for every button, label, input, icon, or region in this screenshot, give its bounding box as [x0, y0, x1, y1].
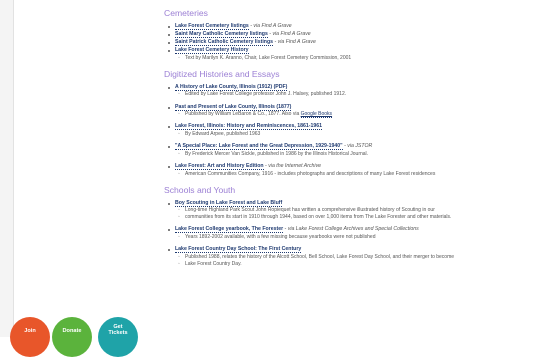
description-line: Published by William LeBaron & Co., 1877… [178, 111, 553, 119]
donate-button[interactable]: Donate [52, 317, 92, 357]
description-line: Text by Marilyn K. Aranno, Chair, Lake F… [178, 54, 553, 62]
resource-link[interactable]: Saint Mary Catholic Cemetery listings [175, 31, 268, 39]
description-line: By Edward Arpee, published 1963 [178, 131, 553, 138]
description-list: By Frederick Mercer Van Sickle, publishe… [175, 151, 553, 158]
button-label: Tickets [108, 330, 128, 336]
section-cemeteries: Cemeteries Lake Forest Cemetery listings … [164, 8, 553, 62]
description-line: Published 1988, relates the history of t… [178, 253, 553, 261]
description-text: Long-time Highland Park Scout John Ropie… [185, 207, 435, 214]
list-item: Lake Forest College yearbook, The Forest… [168, 226, 553, 241]
list-item: A History of Lake County, Illinois (1912… [168, 83, 553, 98]
list-item: Lake Forest Country Day School: The Firs… [168, 246, 553, 268]
description-line: Long-time Highland Park Scout John Ropie… [178, 207, 553, 214]
resource-link[interactable]: Lake Forest Cemetery History [175, 47, 249, 55]
button-label: Donate [62, 328, 82, 334]
resource-link[interactable]: Lake Forest, Illinois: History and Remin… [175, 123, 323, 131]
get-tickets-button[interactable]: Get Tickets [98, 317, 138, 357]
description-list: Edited by Lake Forest College professor … [175, 91, 553, 98]
description-list: Text by Marilyn K. Aranno, Chair, Lake F… [175, 55, 553, 62]
resource-link[interactable]: "A Special Place: Lake Forest and the Gr… [175, 143, 343, 151]
description-text: American Communities Company, 1916 - inc… [185, 170, 436, 177]
list-item: Past and Present of Lake County, Illinoi… [168, 103, 553, 119]
description-text: Text by Marilyn K. Aranno, Chair, Lake F… [185, 54, 352, 61]
resource-list: Lake Forest Cemetery listings - via Find… [164, 23, 553, 62]
resource-link[interactable]: Lake Forest Country Day School: The Firs… [175, 246, 302, 254]
description-list: Published 1988, relates the history of t… [175, 254, 553, 268]
description-list: Long-time Highland Park Scout John Ropie… [175, 207, 553, 221]
description-list: American Communities Company, 1916 - inc… [175, 171, 553, 178]
description-line: Years 1892-2002 available, with a few mi… [178, 233, 553, 241]
description-text: Published by William LeBaron & Co., 1877… [185, 111, 301, 118]
list-item: Lake Forest Cemetery HistoryText by Mari… [168, 47, 553, 62]
source-note: - via the Internet Archive [263, 163, 322, 170]
resource-link[interactable]: Saint Patrick Catholic Cemetery listings [175, 39, 274, 47]
resource-link[interactable]: Lake Forest Cemetery listings [175, 23, 249, 30]
resource-link[interactable]: Boy Scouting in Lake Forest and Lake Blu… [175, 199, 283, 207]
description-text: Years 1892-2002 available, with a few mi… [185, 233, 376, 240]
description-line: Edited by Lake Forest College professor … [178, 91, 553, 98]
description-line: American Communities Company, 1916 - inc… [178, 170, 553, 178]
description-text: Edited by Lake Forest College professor … [185, 91, 347, 98]
left-sidebar-strip [0, 0, 14, 337]
source-note: - via Lake Forest College Archives and S… [283, 226, 419, 233]
description-text: Published 1988, relates the history of t… [185, 253, 455, 260]
list-item: Boy Scouting in Lake Forest and Lake Blu… [168, 199, 553, 221]
description-list: Published by William LeBaron & Co., 1877… [175, 111, 553, 119]
description-text: Lake Forest Country Day. [185, 260, 242, 267]
resource-link[interactable]: Past and Present of Lake County, Illinoi… [175, 103, 292, 111]
description-text: By Edward Arpee, published 1963 [185, 131, 261, 138]
section-heading: Cemeteries [164, 8, 208, 18]
description-list: Years 1892-2002 available, with a few mi… [175, 234, 553, 241]
list-item: Lake Forest Cemetery listings - via Find… [168, 23, 553, 31]
source-note: - via Find A Grave [267, 31, 311, 38]
resource-link[interactable]: Lake Forest: Art and History Edition [175, 163, 264, 171]
resource-link[interactable]: A History of Lake County, Illinois (1912… [175, 83, 288, 91]
main-content: Cemeteries Lake Forest Cemetery listings … [164, 8, 553, 274]
section-heading: Schools and Youth [164, 184, 236, 195]
source-note: - via Find A Grave [248, 23, 292, 29]
description-list: By Edward Arpee, published 1963 [175, 131, 553, 138]
inline-link[interactable]: Google Books [300, 111, 333, 119]
description-line: Lake Forest Country Day. [178, 260, 553, 268]
description-text: By Frederick Mercer Van Sickle, publishe… [185, 150, 369, 157]
list-item: Lake Forest, Illinois: History and Remin… [168, 123, 553, 138]
join-button[interactable]: Join [10, 317, 50, 357]
resource-list: A History of Lake County, Illinois (1912… [164, 83, 553, 178]
description-line: communities from its start in 1910 throu… [178, 214, 553, 221]
list-item: Saint Patrick Catholic Cemetery listings… [168, 39, 553, 47]
button-label: Join [24, 328, 36, 334]
description-line: By Frederick Mercer Van Sickle, publishe… [178, 150, 553, 158]
source-note: - via JSTOR [342, 143, 373, 150]
section-digitized-histories-and-essays: Digitized Histories and Essays A History … [164, 69, 553, 178]
section-schools-and-youth: Schools and Youth Boy Scouting in Lake Fo… [164, 185, 553, 268]
section-heading: Digitized Histories and Essays [164, 68, 280, 79]
list-item: Lake Forest: Art and History Edition - v… [168, 163, 553, 178]
resource-list: Boy Scouting in Lake Forest and Lake Blu… [164, 199, 553, 268]
source-note: - via Find A Grave [273, 39, 316, 46]
list-item: Saint Mary Catholic Cemetery listings - … [168, 31, 553, 39]
list-item: "A Special Place: Lake Forest and the Gr… [168, 143, 553, 158]
resource-link[interactable]: Lake Forest College yearbook, The Forest… [175, 226, 284, 234]
description-text: communities from its start in 1910 throu… [185, 214, 452, 221]
